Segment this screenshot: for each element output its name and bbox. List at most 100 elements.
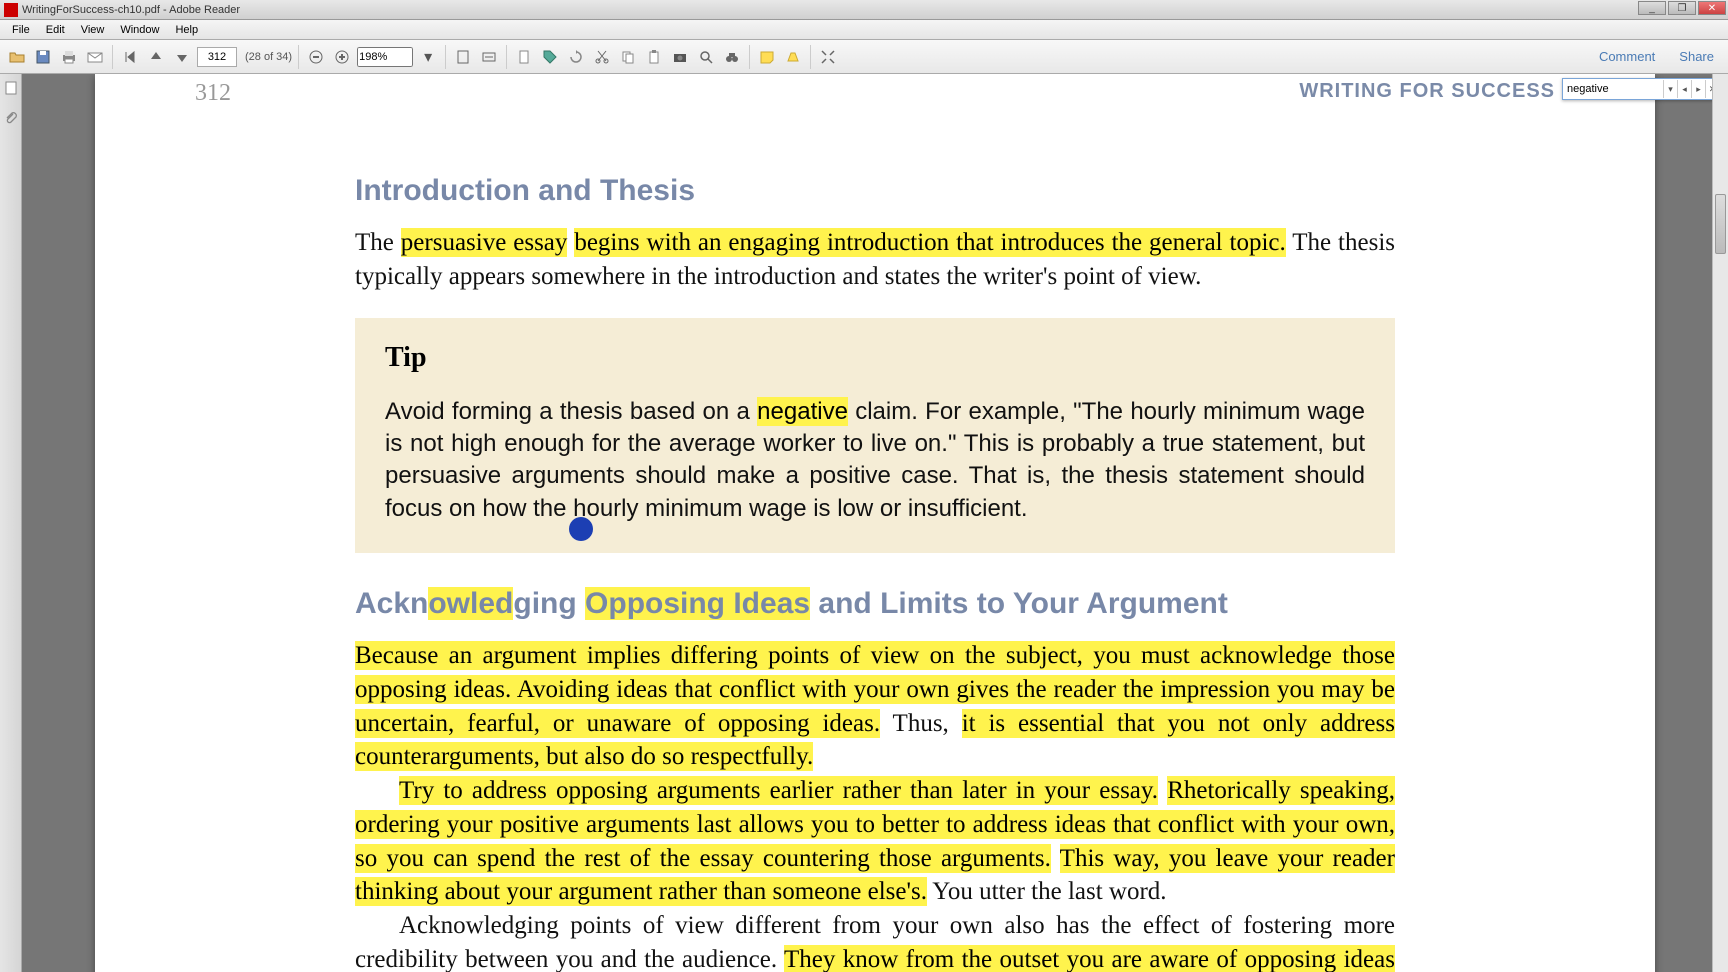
camera-icon (672, 49, 688, 65)
section-heading-opposing: Acknowledging Opposing Ideas and Limits … (355, 587, 1395, 621)
page-number: 312 (195, 80, 231, 107)
app-icon (4, 3, 18, 17)
nav-panel-strip (0, 74, 22, 972)
first-page-button[interactable] (119, 46, 141, 68)
vertical-scrollbar[interactable] (1712, 74, 1728, 972)
rotate-icon (568, 49, 584, 65)
tip-paragraph: Avoid forming a thesis based on a negati… (385, 396, 1365, 526)
clipboard-icon (646, 49, 662, 65)
comment-link[interactable]: Comment (1591, 45, 1663, 68)
tool-highlight[interactable] (782, 46, 804, 68)
tool-tag[interactable] (539, 46, 561, 68)
fit-width-button[interactable] (478, 46, 500, 68)
binoculars-icon (724, 49, 740, 65)
toolbar: (28 of 34) ▾ Comment Share (0, 40, 1728, 74)
menu-file[interactable]: File (4, 22, 38, 38)
page-number-input[interactable] (197, 47, 237, 67)
tip-box: Tip Avoid forming a thesis based on a ne… (355, 318, 1395, 554)
zoom-out-button[interactable] (305, 46, 327, 68)
find-bar: ▾ ◂ ▸ ✕ (1562, 78, 1720, 100)
separator (506, 45, 507, 69)
menu-window[interactable]: Window (112, 22, 167, 38)
save-button[interactable] (32, 46, 54, 68)
search-icon (698, 49, 714, 65)
folder-icon (9, 49, 25, 65)
disk-icon (35, 49, 51, 65)
menu-help[interactable]: Help (167, 22, 206, 38)
content-area: 312 WRITING FOR SUCCESS Introduction and… (0, 74, 1728, 972)
thumbnails-panel-button[interactable] (3, 80, 19, 96)
highlight: persuasive essay (401, 228, 568, 257)
prev-page-button[interactable] (145, 46, 167, 68)
zoom-level-select[interactable] (357, 47, 413, 67)
menu-view[interactable]: View (73, 22, 113, 38)
find-dropdown[interactable]: ▾ (1663, 80, 1677, 98)
attachments-panel-button[interactable] (3, 110, 19, 126)
tag-icon (542, 49, 558, 65)
zoom-in-button[interactable] (331, 46, 353, 68)
separator (298, 45, 299, 69)
tool-paste[interactable] (643, 46, 665, 68)
tool-snapshot[interactable] (669, 46, 691, 68)
book-title: WRITING FOR SUCCESS (1299, 80, 1555, 107)
intro-paragraph: The persuasive essay begins with an enga… (355, 226, 1395, 294)
down-arrow-icon (174, 49, 190, 65)
document-viewport[interactable]: 312 WRITING FOR SUCCESS Introduction and… (22, 74, 1728, 972)
highlight: begins with an engaging introduction tha… (574, 228, 1285, 257)
highlight: Opposing Ideas (585, 587, 810, 620)
tool-read-mode[interactable] (817, 46, 839, 68)
opposing-paragraph-1: Because an argument implies differing po… (355, 639, 1395, 774)
separator (445, 45, 446, 69)
pdf-page: 312 WRITING FOR SUCCESS Introduction and… (95, 74, 1655, 972)
highlight-icon (785, 49, 801, 65)
expand-icon (820, 49, 836, 65)
tip-heading: Tip (385, 342, 1365, 374)
copy-icon (620, 49, 636, 65)
close-button[interactable]: ✕ (1698, 1, 1726, 15)
separator (112, 45, 113, 69)
section-heading-intro: Introduction and Thesis (355, 174, 1395, 208)
highlight: negative (757, 397, 848, 426)
fit-width-icon (481, 49, 497, 65)
paperclip-icon (3, 110, 19, 126)
minus-icon (308, 49, 324, 65)
open-button[interactable] (6, 46, 28, 68)
page-icon (516, 49, 532, 65)
next-page-button[interactable] (171, 46, 193, 68)
page-count-label: (28 of 34) (245, 51, 292, 63)
scissors-icon (594, 49, 610, 65)
find-input[interactable] (1563, 80, 1663, 98)
note-icon (759, 49, 775, 65)
tool-sticky-note[interactable] (756, 46, 778, 68)
separator (810, 45, 811, 69)
separator (749, 45, 750, 69)
tool-find[interactable] (695, 46, 717, 68)
zoom-dropdown[interactable]: ▾ (417, 46, 439, 68)
share-link[interactable]: Share (1671, 45, 1722, 68)
fit-page-button[interactable] (452, 46, 474, 68)
tool-binoculars[interactable] (721, 46, 743, 68)
tool-copy[interactable] (617, 46, 639, 68)
opposing-paragraph-2: Try to address opposing arguments earlie… (355, 774, 1395, 909)
highlight: Try to address opposing arguments earlie… (399, 776, 1158, 805)
find-next-button[interactable]: ▸ (1691, 80, 1705, 98)
email-button[interactable] (84, 46, 106, 68)
cursor-dot-icon (569, 517, 593, 541)
maximize-button[interactable]: ❐ (1668, 1, 1696, 15)
scrollbar-thumb[interactable] (1715, 194, 1726, 254)
first-icon (122, 49, 138, 65)
tool-cut[interactable] (591, 46, 613, 68)
menu-edit[interactable]: Edit (38, 22, 73, 38)
printer-icon (61, 49, 77, 65)
tool-page-icon[interactable] (513, 46, 535, 68)
window-title: WritingForSuccess-ch10.pdf - Adobe Reade… (22, 4, 240, 16)
envelope-icon (87, 49, 103, 65)
window-titlebar: WritingForSuccess-ch10.pdf - Adobe Reade… (0, 0, 1728, 20)
minimize-button[interactable]: _ (1638, 1, 1666, 15)
highlight: owled (428, 587, 513, 620)
thumbnails-icon (3, 80, 19, 96)
print-button[interactable] (58, 46, 80, 68)
tool-rotate[interactable] (565, 46, 587, 68)
find-prev-button[interactable]: ◂ (1677, 80, 1691, 98)
up-arrow-icon (148, 49, 164, 65)
